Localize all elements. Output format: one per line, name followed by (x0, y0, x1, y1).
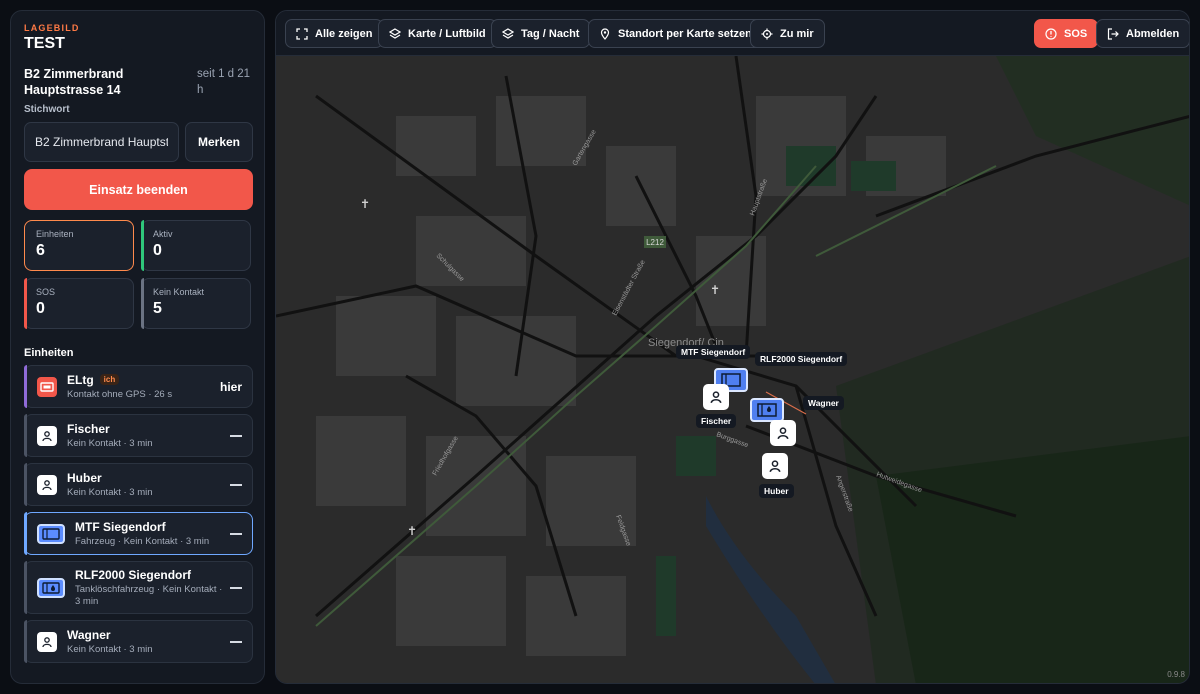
stat-value: 5 (153, 300, 162, 317)
map-canvas[interactable]: L212 Siegendorf/ Cin Eisenstädter Straße… (276, 55, 1189, 683)
fit-bounds-icon (296, 27, 308, 40)
map-marker-fischer[interactable] (703, 384, 729, 410)
map-panel: Alle zeigen Karte / Luftbild Tag / Nacht… (275, 10, 1190, 684)
unit-item-fischer[interactable]: Fischer Kein Kontakt · 3 min (24, 414, 253, 457)
stat-value: 0 (36, 300, 45, 317)
unit-item-eltg[interactable]: ELtg ich Kontakt ohne GPS · 26 s hier (24, 365, 253, 408)
map-marker-wagner[interactable] (770, 420, 796, 446)
map-label-huber: Huber (759, 484, 794, 498)
map-marker-huber[interactable] (762, 453, 788, 479)
collapse-dash-icon[interactable] (230, 483, 242, 486)
stat-label: SOS (36, 287, 56, 297)
unit-status: Kein Kontakt · 3 min (67, 486, 153, 498)
person-icon (37, 425, 57, 446)
map-label-rlf: RLF2000 Siegendorf (755, 352, 848, 366)
version-label: 0.9.8 (1167, 670, 1185, 679)
collapse-dash-icon[interactable] (230, 434, 242, 437)
stat-label: Einheiten (36, 229, 74, 239)
stat-label: Kein Kontakt (153, 287, 205, 297)
map-label-mtf: MTF Siegendorf (676, 345, 751, 359)
eyebrow-label: LAGEBILD (24, 23, 80, 33)
day-night-button[interactable]: Tag / Nacht (491, 19, 591, 48)
remember-button[interactable]: Merken (185, 122, 253, 162)
keyword-input[interactable] (24, 122, 179, 162)
locate-me-button[interactable]: Zu mir (750, 19, 825, 48)
church-icon: ✝ (710, 283, 720, 297)
unit-name: Huber (67, 470, 102, 485)
map-layer-label: Karte / Luftbild (408, 27, 486, 40)
unit-status: Kein Kontakt · 3 min (67, 437, 153, 449)
unit-name: Fischer (67, 421, 110, 436)
sos-button[interactable]: SOS (1034, 19, 1099, 48)
unit-status: Kein Kontakt · 3 min (67, 643, 153, 655)
map-label-fischer: Fischer (696, 414, 737, 428)
stat-value: 6 (36, 242, 45, 259)
unit-here-label: hier (219, 379, 242, 394)
logout-button[interactable]: Abmelden (1096, 19, 1189, 48)
sidebar: LAGEBILD TEST B2 Zimmerbrand Hauptstrass… (10, 10, 265, 684)
page-title: TEST (24, 35, 65, 52)
show-all-label: Alle zeigen (315, 27, 373, 40)
person-icon (37, 474, 57, 495)
map-toolbar: Alle zeigen Karte / Luftbild Tag / Nacht… (276, 11, 1189, 56)
vehicle-icon (37, 523, 65, 544)
collapse-dash-icon[interactable] (230, 586, 242, 589)
incident-name: B2 Zimmerbrand Hauptstrasse 14 (24, 67, 124, 97)
layers-icon (389, 27, 401, 39)
stat-active[interactable]: Aktiv 0 (141, 220, 251, 271)
person-icon (777, 427, 789, 440)
unit-item-wagner[interactable]: Wagner Kein Kontakt · 3 min (24, 620, 253, 663)
unit-item-huber[interactable]: Huber Kein Kontakt · 3 min (24, 463, 253, 506)
map-label-wagner: Wagner (803, 396, 844, 410)
set-location-button[interactable]: Standort per Karte setzen (588, 19, 763, 48)
command-vehicle-icon (37, 376, 57, 397)
map-marker-rlf[interactable] (750, 398, 784, 422)
crosshair-icon (761, 28, 773, 39)
unit-status: Tanklöschfahrzeug · Kein Kontakt · 3 min (75, 583, 223, 607)
unit-name: ELtg (67, 372, 94, 387)
stat-label: Aktiv (153, 229, 173, 239)
unit-status: Fahrzeug · Kein Kontakt · 3 min (75, 535, 210, 547)
units-heading: Einheiten (24, 347, 74, 359)
person-icon (37, 631, 57, 652)
collapse-dash-icon[interactable] (230, 640, 242, 643)
tanker-vehicle-icon (757, 403, 777, 417)
unit-name: Wagner (67, 627, 111, 642)
collapse-dash-icon[interactable] (230, 532, 242, 535)
unit-item-rlf2000-siegendorf[interactable]: RLF2000 Siegendorf Tanklöschfahrzeug · K… (24, 561, 253, 614)
unit-status: Kontakt ohne GPS · 26 s (67, 388, 173, 400)
incident-duration: seit 1 d 21 h (197, 68, 251, 96)
person-icon (769, 460, 781, 473)
map-layer-button[interactable]: Karte / Luftbild (378, 19, 497, 48)
day-night-label: Tag / Nacht (521, 27, 580, 40)
tanker-vehicle-icon (37, 577, 65, 598)
self-badge: ich (99, 374, 120, 385)
end-incident-button[interactable]: Einsatz beenden (24, 169, 253, 210)
stat-value: 0 (153, 242, 162, 259)
church-icon: ✝ (360, 197, 370, 211)
sos-label: SOS (1064, 27, 1088, 40)
show-all-button[interactable]: Alle zeigen (285, 19, 384, 48)
unit-name: MTF Siegendorf (75, 519, 166, 534)
stat-units[interactable]: Einheiten 6 (24, 220, 134, 271)
unit-name: RLF2000 Siegendorf (75, 567, 192, 582)
stat-sos[interactable]: SOS 0 (24, 278, 134, 329)
locate-me-label: Zu mir (780, 27, 814, 40)
map-pin-icon (600, 27, 610, 40)
layers-icon (502, 27, 514, 39)
alert-circle-icon (1045, 27, 1057, 40)
person-icon (710, 391, 722, 404)
stat-no-contact[interactable]: Kein Kontakt 5 (141, 278, 251, 329)
unit-item-mtf-siegendorf[interactable]: MTF Siegendorf Fahrzeug · Kein Kontakt ·… (24, 512, 253, 555)
logout-label: Abmelden (1126, 27, 1180, 40)
set-location-label: Standort per Karte setzen (618, 27, 752, 40)
logout-icon (1107, 27, 1119, 40)
church-icon: ✝ (407, 524, 417, 538)
keyword-label: Stichwort (24, 104, 70, 115)
road-label: L212 (646, 238, 664, 247)
